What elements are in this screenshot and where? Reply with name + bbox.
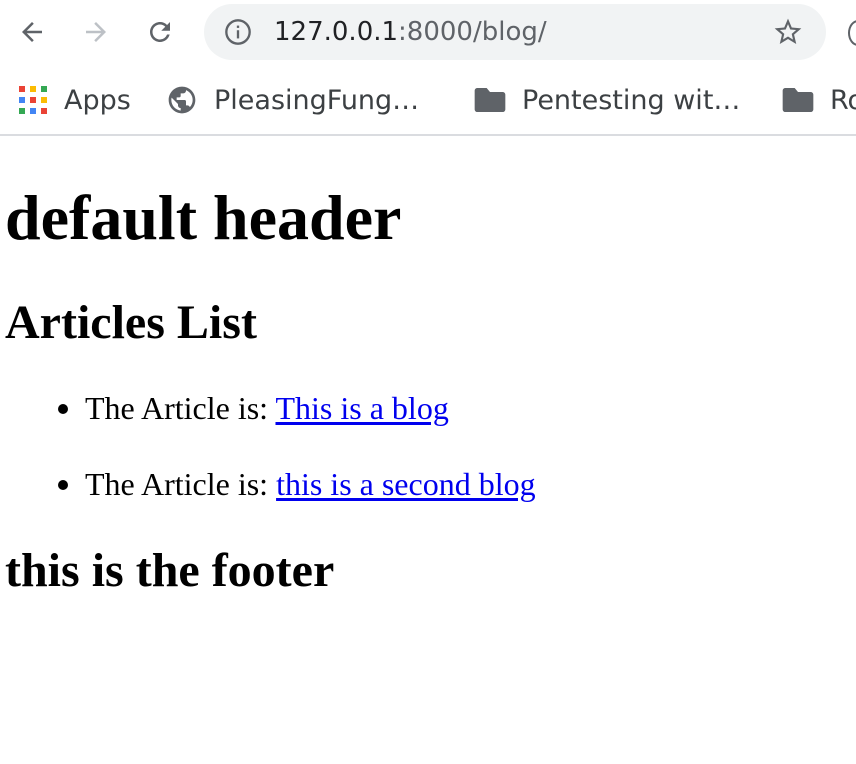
browser-toolbar: 127.0.0.1:8000/blog/ bbox=[0, 0, 856, 66]
profile-icon[interactable] bbox=[848, 20, 856, 46]
article-link[interactable]: This is a blog bbox=[275, 390, 448, 426]
apps-dot bbox=[41, 86, 47, 92]
page-content: default header Articles List The Article… bbox=[0, 136, 856, 764]
bookmark-label: Pentesting wit… bbox=[522, 84, 741, 116]
apps-dot bbox=[41, 108, 47, 114]
bookmark-star-icon[interactable] bbox=[772, 16, 804, 48]
bookmark-pentesting-folder[interactable]: Pentesting wit… bbox=[474, 80, 740, 120]
apps-dot bbox=[30, 86, 36, 92]
address-bar[interactable]: 127.0.0.1:8000/blog/ bbox=[204, 4, 826, 60]
bookmark-label: PleasingFung… bbox=[214, 84, 420, 116]
apps-dot bbox=[19, 86, 25, 92]
article-link[interactable]: this is a second blog bbox=[276, 466, 536, 502]
article-prefix: The Article is: bbox=[85, 466, 277, 502]
bullet-icon bbox=[58, 480, 68, 490]
bookmark-ro-folder[interactable]: Ro bbox=[782, 80, 856, 120]
apps-grid-icon bbox=[18, 86, 47, 114]
forward-arrow-icon bbox=[86, 22, 106, 42]
reload-icon bbox=[150, 22, 170, 42]
bullet-icon bbox=[58, 404, 68, 414]
apps-dot bbox=[30, 108, 36, 114]
reload-button[interactable] bbox=[141, 13, 179, 51]
article-prefix: The Article is: bbox=[85, 390, 276, 426]
bookmark-label: Apps bbox=[64, 84, 131, 116]
apps-dot bbox=[19, 97, 25, 103]
bookmark-pleasingfung[interactable]: PleasingFung… bbox=[166, 80, 419, 120]
bookmark-label: Ro bbox=[830, 84, 856, 116]
url-text[interactable]: 127.0.0.1:8000/blog/ bbox=[274, 16, 547, 48]
folder-icon bbox=[782, 88, 814, 112]
forward-button[interactable] bbox=[77, 13, 115, 51]
page-header: default header bbox=[5, 182, 402, 253]
page-footer: this is the footer bbox=[5, 544, 335, 597]
url-host: 127.0.0.1 bbox=[274, 17, 399, 47]
back-button[interactable] bbox=[13, 13, 51, 51]
info-icon[interactable] bbox=[224, 18, 252, 46]
globe-icon bbox=[168, 86, 196, 114]
apps-dot bbox=[19, 108, 25, 114]
browser-chrome: 127.0.0.1:8000/blog/ Apps PleasingFung… … bbox=[0, 0, 856, 136]
apps-dot bbox=[30, 97, 36, 103]
bookmark-apps[interactable]: Apps bbox=[18, 80, 131, 120]
articles-heading: Articles List bbox=[5, 296, 257, 349]
back-arrow-icon bbox=[22, 22, 42, 42]
folder-icon bbox=[474, 88, 506, 112]
bookmarks-bar: Apps PleasingFung… Pentesting wit… Ro bbox=[0, 66, 856, 134]
url-path: :8000/blog/ bbox=[398, 17, 547, 47]
apps-dot bbox=[41, 97, 47, 103]
